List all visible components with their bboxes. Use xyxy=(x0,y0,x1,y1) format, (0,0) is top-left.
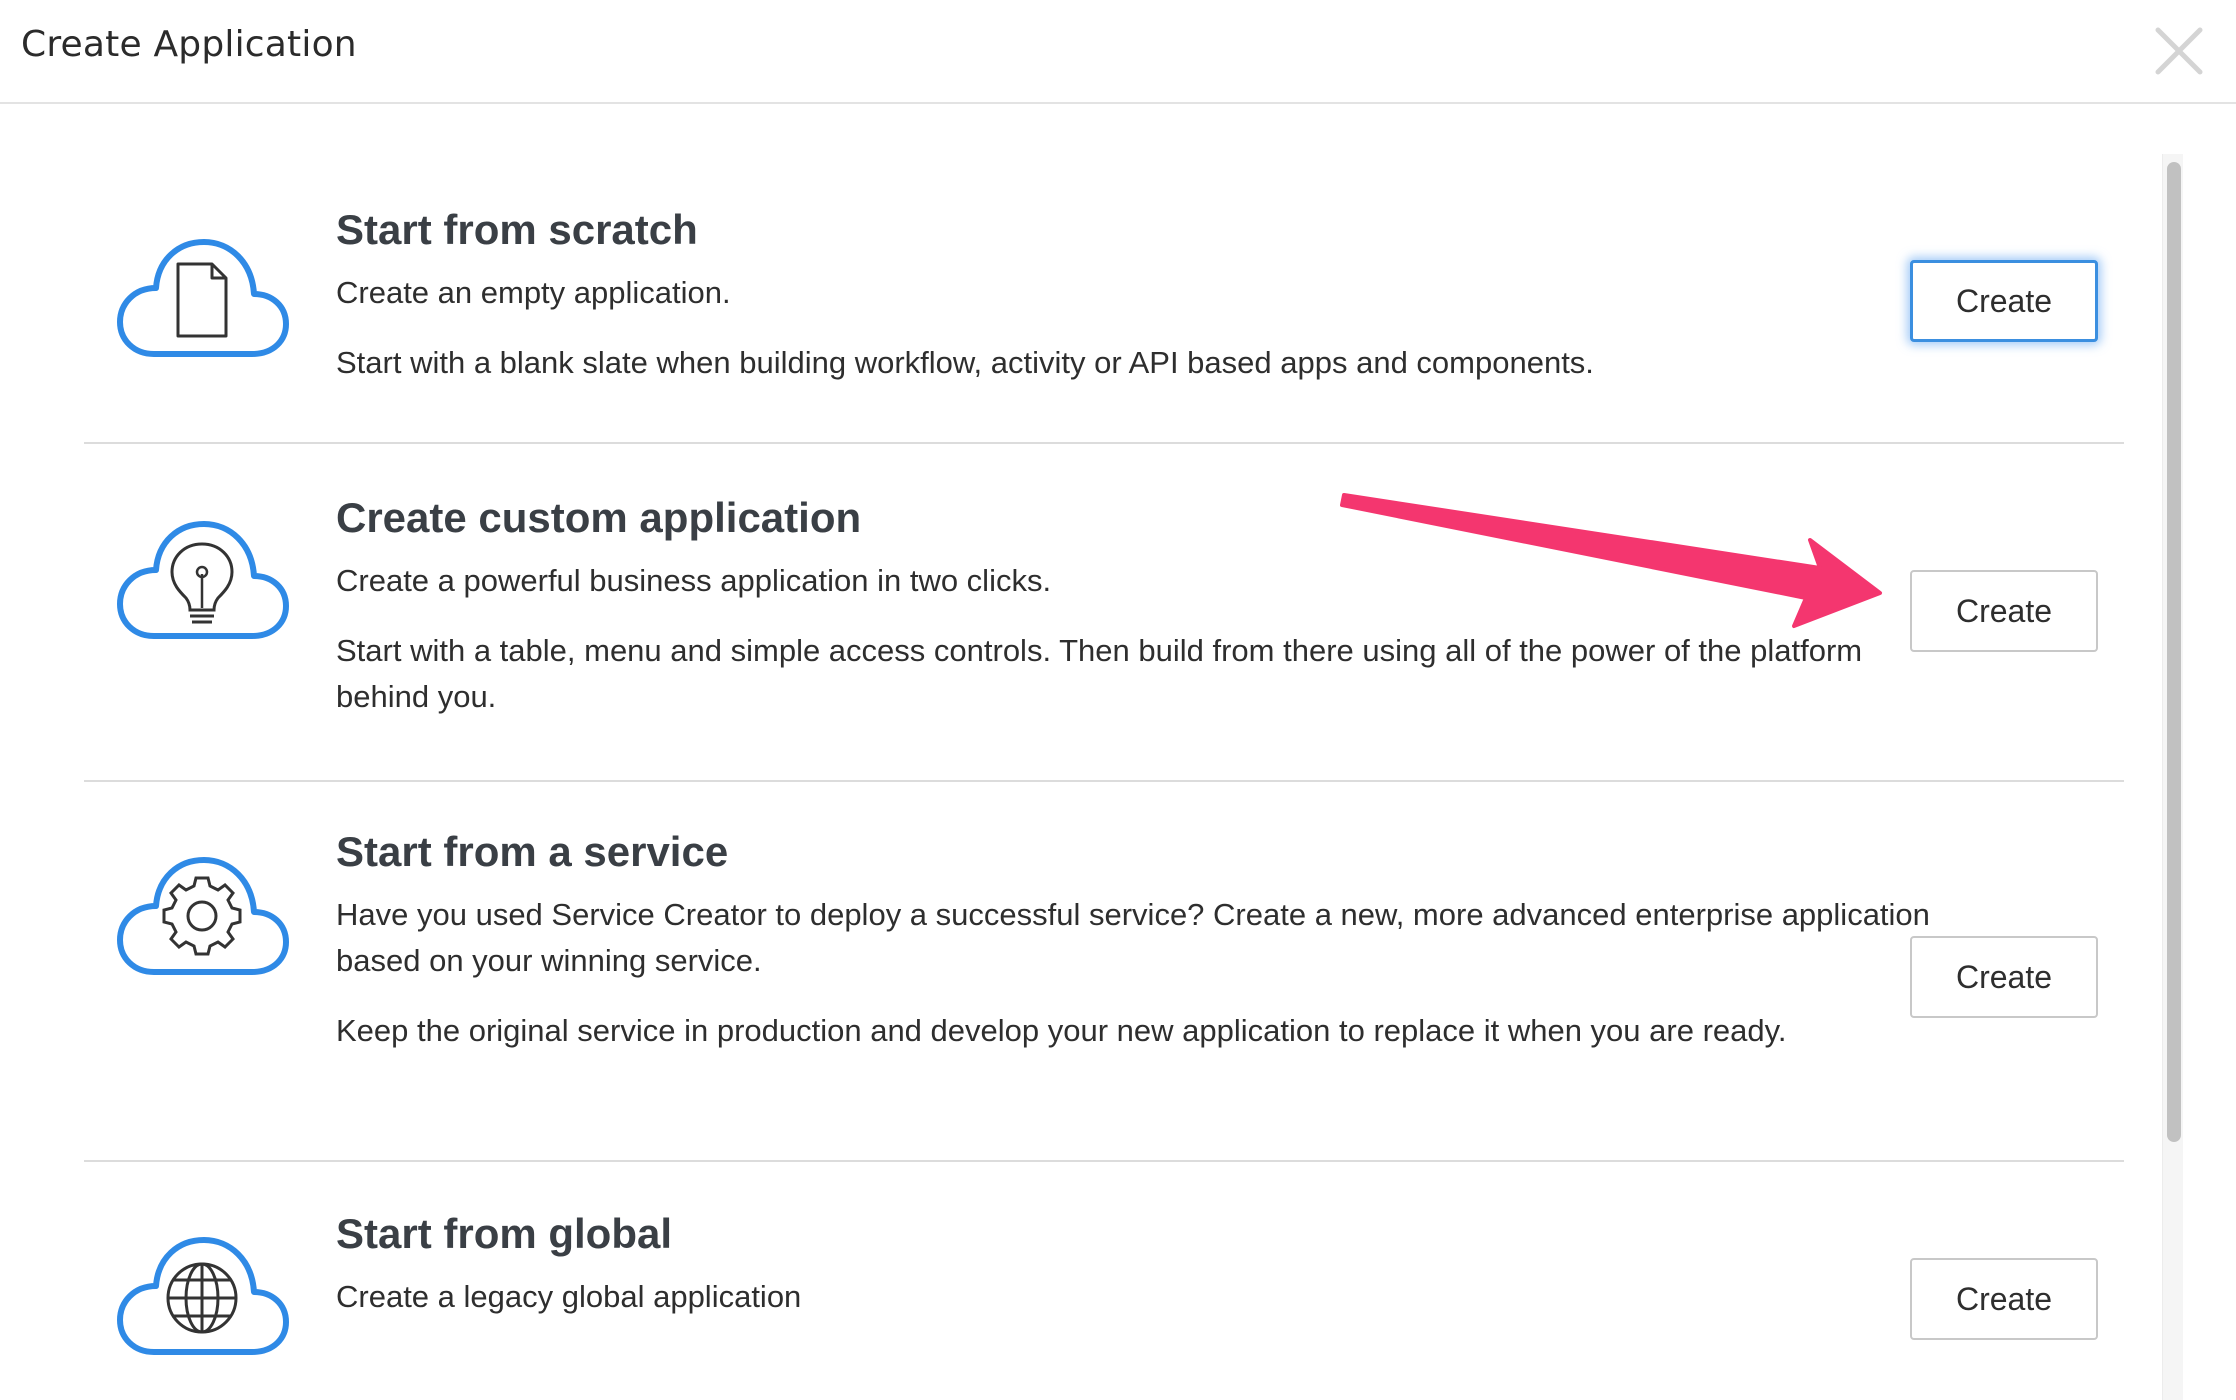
option-detail: Keep the original service in production … xyxy=(336,1013,1787,1048)
option-detail: Start with a blank slate when building w… xyxy=(336,345,1594,380)
option-text: Start from global Create a legacy global… xyxy=(336,1208,1956,1344)
create-button-global[interactable]: Create xyxy=(1910,1258,2098,1340)
option-description: Create a legacy global application xyxy=(336,1279,802,1314)
option-start-from-service: Start from a service Have you used Servi… xyxy=(84,782,2124,1162)
option-title: Create custom application xyxy=(336,494,862,541)
cloud-gear-icon xyxy=(114,850,290,978)
option-text: Start from scratch Create an empty appli… xyxy=(336,204,1956,386)
option-title: Start from scratch xyxy=(336,206,698,253)
create-application-dialog: Create Application Start from scratch Cr… xyxy=(0,0,2236,1400)
option-title: Start from global xyxy=(336,1210,673,1257)
option-start-from-scratch: Start from scratch Create an empty appli… xyxy=(84,160,2124,444)
option-description: Create an empty application. xyxy=(336,275,731,310)
scrollbar-thumb[interactable] xyxy=(2167,162,2181,1142)
option-description: Have you used Service Creator to deploy … xyxy=(336,897,1930,978)
create-button-custom[interactable]: Create xyxy=(1910,570,2098,652)
option-text: Start from a service Have you used Servi… xyxy=(336,826,1956,1054)
option-description: Create a powerful business application i… xyxy=(336,563,1052,598)
cloud-globe-icon xyxy=(114,1230,290,1358)
option-text: Create custom application Create a power… xyxy=(336,492,1956,720)
create-button-scratch[interactable]: Create xyxy=(1910,260,2098,342)
options-list[interactable]: Start from scratch Create an empty appli… xyxy=(0,104,2236,1400)
create-button-service[interactable]: Create xyxy=(1910,936,2098,1018)
option-title: Start from a service xyxy=(336,828,729,875)
scrollbar[interactable] xyxy=(2162,154,2183,1400)
dialog-header: Create Application xyxy=(0,0,2236,104)
close-icon[interactable] xyxy=(2150,22,2208,80)
cloud-lightbulb-icon xyxy=(114,514,290,642)
option-detail: Start with a table, menu and simple acce… xyxy=(336,633,1863,714)
cloud-document-icon xyxy=(114,232,290,360)
dialog-title: Create Application xyxy=(21,24,357,65)
option-start-from-global: Start from global Create a legacy global… xyxy=(84,1162,2124,1400)
option-custom-application: Create custom application Create a power… xyxy=(84,446,2124,782)
